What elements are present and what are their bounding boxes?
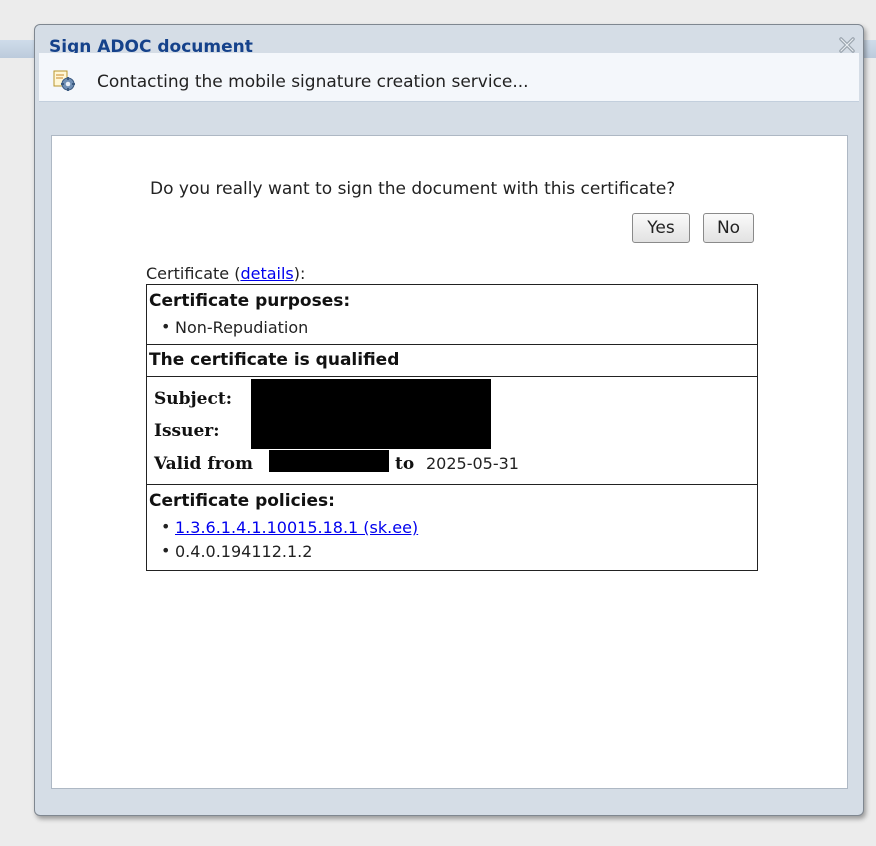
redacted-valid-from: [269, 450, 389, 472]
confirm-question: Do you really want to sign the document …: [150, 179, 676, 199]
gear-certificate-icon: [53, 70, 75, 91]
sign-adoc-dialog: Sign ADOC document Contacting the mobile…: [34, 24, 864, 816]
certificate-label-suffix: ):: [293, 264, 306, 283]
yes-button[interactable]: Yes: [632, 213, 690, 243]
policy-item: 0.4.0.194112.1.2: [161, 541, 312, 561]
purpose-item: Non-Repudiation: [161, 317, 308, 337]
valid-to-date: 2025-05-31: [426, 454, 519, 473]
qualified-text: The certificate is qualified: [149, 350, 400, 370]
purposes-section: Certificate purposes: Non-Repudiation: [147, 285, 757, 344]
policies-section: Certificate policies: 1.3.6.1.4.1.10015.…: [147, 484, 757, 570]
certificate-label-prefix: Certificate (: [146, 264, 241, 283]
dialog-body: Do you really want to sign the document …: [51, 135, 848, 789]
certificate-table: Certificate purposes: Non-Repudiation Th…: [146, 284, 758, 571]
dialog-titlebar[interactable]: Sign ADOC document: [35, 25, 863, 57]
issuer-label: Issuer:: [154, 421, 220, 441]
redacted-subject-issuer: [251, 379, 491, 449]
valid-from-label: Valid from: [154, 454, 253, 474]
qualified-section: The certificate is qualified: [147, 344, 757, 376]
status-text: Contacting the mobile signature creation…: [97, 72, 529, 92]
policy-link[interactable]: 1.3.6.1.4.1.10015.18.1 (sk.ee): [175, 518, 418, 537]
no-button[interactable]: No: [703, 213, 754, 243]
policy-item: 1.3.6.1.4.1.10015.18.1 (sk.ee): [161, 517, 418, 537]
subject-label: Subject:: [154, 389, 232, 409]
subject-issuer-section: Subject: Issuer: Valid from to 2025-05-3…: [147, 376, 757, 484]
close-icon[interactable]: [837, 35, 857, 55]
policies-heading: Certificate policies:: [149, 491, 335, 511]
to-label: to: [395, 454, 415, 474]
certificate-label: Certificate (details):: [146, 264, 305, 283]
status-bar: Contacting the mobile signature creation…: [39, 53, 859, 102]
details-link[interactable]: details: [240, 264, 293, 283]
purposes-heading: Certificate purposes:: [149, 291, 351, 311]
